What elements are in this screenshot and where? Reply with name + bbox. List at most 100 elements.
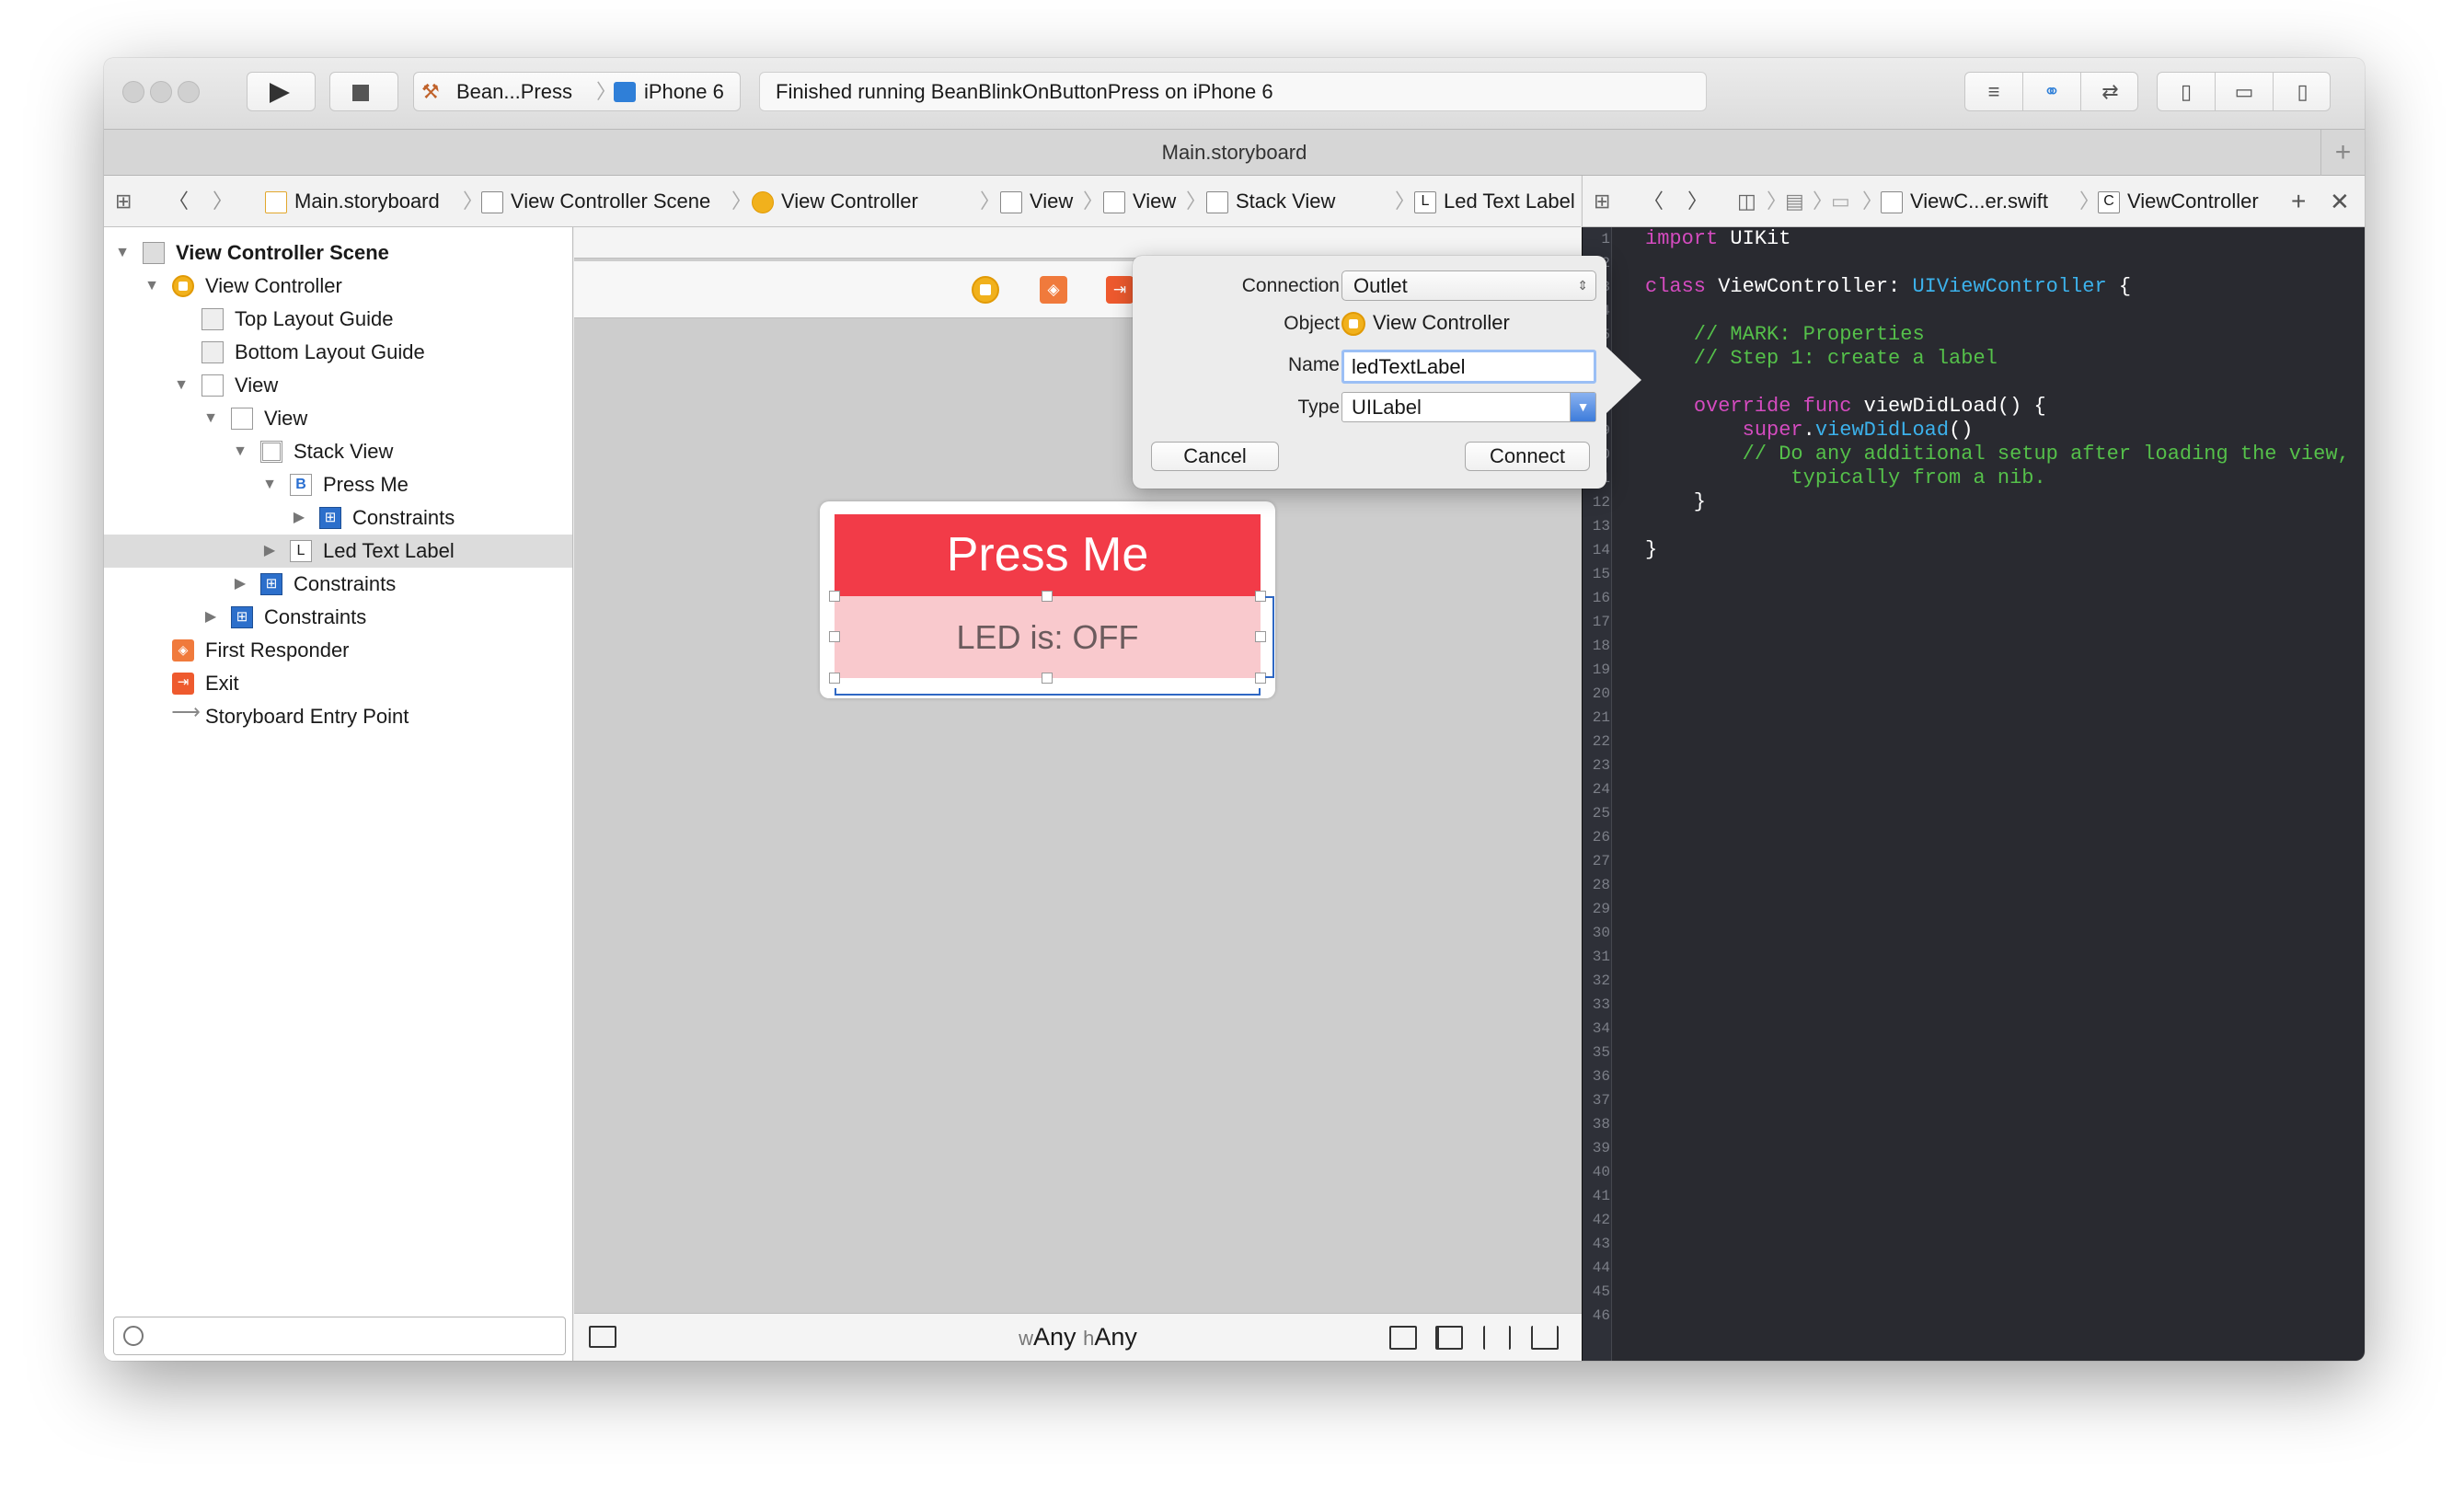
editor-mode-segment[interactable]: ≡ ⚭ ⇄: [1964, 72, 2138, 111]
disclosure-open-icon[interactable]: ▼: [201, 402, 220, 435]
assistant-code-editor[interactable]: 1234567891011121314151617181920212223242…: [1582, 227, 2365, 1361]
jump-item-view[interactable]: View: [1000, 176, 1073, 226]
panel-toggle-segment[interactable]: ▯ ▭ ▯: [2157, 72, 2331, 111]
close-window-button[interactable]: [122, 81, 144, 103]
connection-popup[interactable]: Outlet ⇕: [1341, 270, 1596, 301]
jump-item-subview[interactable]: View: [1103, 176, 1176, 226]
outline-row-top-layout-guide[interactable]: Top Layout Guide: [104, 303, 572, 336]
code-line-13: }: [1645, 538, 1658, 561]
pin-icon[interactable]: [1483, 1326, 1511, 1350]
outline-row-stack-view[interactable]: ▼ Stack View: [104, 435, 572, 468]
resize-handle[interactable]: [829, 673, 840, 684]
chevron-down-icon[interactable]: ▼: [1570, 393, 1595, 421]
resolve-issues-icon[interactable]: [1531, 1326, 1559, 1350]
outline-row-led-text-label[interactable]: ▶ L Led Text Label: [104, 535, 572, 568]
line-number: 15: [1592, 566, 1610, 582]
forward-chevron-icon[interactable]: 〉: [213, 176, 233, 226]
project-icon[interactable]: ▤: [1785, 176, 1804, 226]
press-me-button[interactable]: Press Me: [835, 514, 1261, 596]
name-label: Name: [1287, 354, 1340, 375]
chevron-icon: 〉: [1083, 190, 1104, 213]
line-number: 34: [1592, 1020, 1610, 1037]
outline-row-press-me[interactable]: ▼ B Press Me: [104, 468, 572, 501]
outline-row-entry-point[interactable]: ⟶ Storyboard Entry Point: [104, 700, 572, 733]
assistant-editor-icon[interactable]: ⚭: [2023, 73, 2081, 110]
device-name[interactable]: iPhone 6: [644, 73, 724, 110]
disclosure-open-icon[interactable]: ▼: [260, 468, 279, 501]
new-tab-button[interactable]: +: [2320, 130, 2365, 176]
jump-item-main-storyboard[interactable]: Main.storyboard: [265, 176, 440, 226]
minimize-window-button[interactable]: [150, 81, 172, 103]
cancel-button[interactable]: Cancel: [1151, 442, 1279, 471]
object-value: View Controller: [1341, 310, 1510, 337]
back-chevron-icon[interactable]: 〈: [1643, 176, 1664, 226]
resize-handle[interactable]: [1042, 673, 1053, 684]
outline-row-view-controller[interactable]: ▼ View Controller: [104, 270, 572, 303]
disclosure-closed-icon[interactable]: ▶: [260, 535, 279, 568]
stack-icon[interactable]: [1389, 1326, 1417, 1350]
jump-item-stack-view[interactable]: Stack View: [1206, 176, 1335, 226]
line-number: 25: [1592, 805, 1610, 822]
jump-item-scene[interactable]: View Controller Scene: [481, 176, 710, 226]
first-responder-icon[interactable]: ◈: [1040, 276, 1067, 304]
folder-icon[interactable]: ▭: [1831, 176, 1850, 226]
line-number: 21: [1592, 709, 1610, 726]
add-editor-icon[interactable]: +: [2291, 176, 2306, 226]
chevron-icon: 〉: [1767, 190, 1788, 213]
outline-row-subview[interactable]: ▼ View: [104, 402, 572, 435]
align-icon[interactable]: [1435, 1326, 1463, 1350]
led-text-label[interactable]: LED is: OFF: [835, 596, 1261, 678]
related-items-icon[interactable]: ⊞: [1594, 176, 1610, 226]
outline-label: View Controller Scene: [176, 241, 389, 264]
navigator-toggle-icon[interactable]: ▯: [2158, 73, 2216, 110]
debug-area-toggle-icon[interactable]: ▭: [2216, 73, 2274, 110]
outline-row-stack-constraints[interactable]: ▶ ⊞ Constraints: [104, 568, 572, 601]
size-class-control[interactable]: wAny hAny: [574, 1314, 1582, 1361]
related-items-icon[interactable]: ⊞: [115, 176, 132, 226]
outlet-name-field[interactable]: [1341, 350, 1596, 384]
outline-row-scene[interactable]: ▼ View Controller Scene: [104, 236, 572, 270]
type-combo-box[interactable]: UILabel ▼: [1341, 392, 1596, 422]
resize-handle[interactable]: [1042, 591, 1053, 602]
disclosure-open-icon[interactable]: ▼: [172, 369, 190, 402]
outline-row-first-responder[interactable]: ◈ First Responder: [104, 634, 572, 667]
code-line-8: override func viewDidLoad() {: [1693, 395, 2046, 418]
exit-icon[interactable]: ⇥: [1106, 276, 1134, 304]
outline-row-button-constraints[interactable]: ▶ ⊞ Constraints: [104, 501, 572, 535]
resize-handle[interactable]: [829, 591, 840, 602]
resize-handle[interactable]: [829, 631, 840, 642]
jump-item-view-controller[interactable]: View Controller: [752, 176, 918, 226]
utilities-toggle-icon[interactable]: ▯: [2274, 73, 2332, 110]
scheme-name[interactable]: Bean...Press: [456, 73, 572, 110]
outline-row-bottom-layout-guide[interactable]: Bottom Layout Guide: [104, 336, 572, 369]
tab-main-storyboard[interactable]: Main.storyboard: [1162, 141, 1307, 164]
connect-button[interactable]: Connect: [1465, 442, 1590, 471]
scheme-selector[interactable]: ⚒ Bean...Press 〉 iPhone 6: [413, 72, 741, 111]
standard-editor-icon[interactable]: ≡: [1965, 73, 2023, 110]
forward-chevron-icon[interactable]: 〉: [1687, 176, 1708, 226]
version-editor-icon[interactable]: ⇄: [2081, 73, 2139, 110]
outline-row-exit[interactable]: ⇥ Exit: [104, 667, 572, 700]
view-icon: [231, 408, 253, 430]
line-number: 1: [1601, 231, 1610, 247]
outline-row-view[interactable]: ▼ View: [104, 369, 572, 402]
outline-filter-field[interactable]: [113, 1317, 566, 1355]
disclosure-open-icon[interactable]: ▼: [113, 236, 132, 270]
outline-label: Constraints: [264, 605, 367, 628]
back-chevron-icon[interactable]: 〈: [168, 176, 189, 226]
stop-button[interactable]: [329, 72, 398, 111]
close-editor-icon[interactable]: ✕: [2330, 176, 2350, 226]
disclosure-open-icon[interactable]: ▼: [231, 435, 249, 468]
jump-item-swift-file[interactable]: ViewC...er.swift: [1881, 176, 2048, 226]
run-button[interactable]: [247, 72, 316, 111]
disclosure-open-icon[interactable]: ▼: [143, 270, 161, 303]
disclosure-closed-icon[interactable]: ▶: [201, 601, 220, 634]
jump-item-led-text-label[interactable]: L Led Text Label: [1414, 176, 1575, 226]
disclosure-closed-icon[interactable]: ▶: [290, 501, 308, 535]
zoom-window-button[interactable]: [178, 81, 200, 103]
outline-row-view-constraints[interactable]: ▶ ⊞ Constraints: [104, 601, 572, 634]
disclosure-closed-icon[interactable]: ▶: [231, 568, 249, 601]
jump-item-class[interactable]: C ViewController: [2098, 176, 2259, 226]
assistant-mode-icon[interactable]: ◫: [1737, 176, 1756, 226]
view-controller-icon[interactable]: [972, 276, 999, 304]
